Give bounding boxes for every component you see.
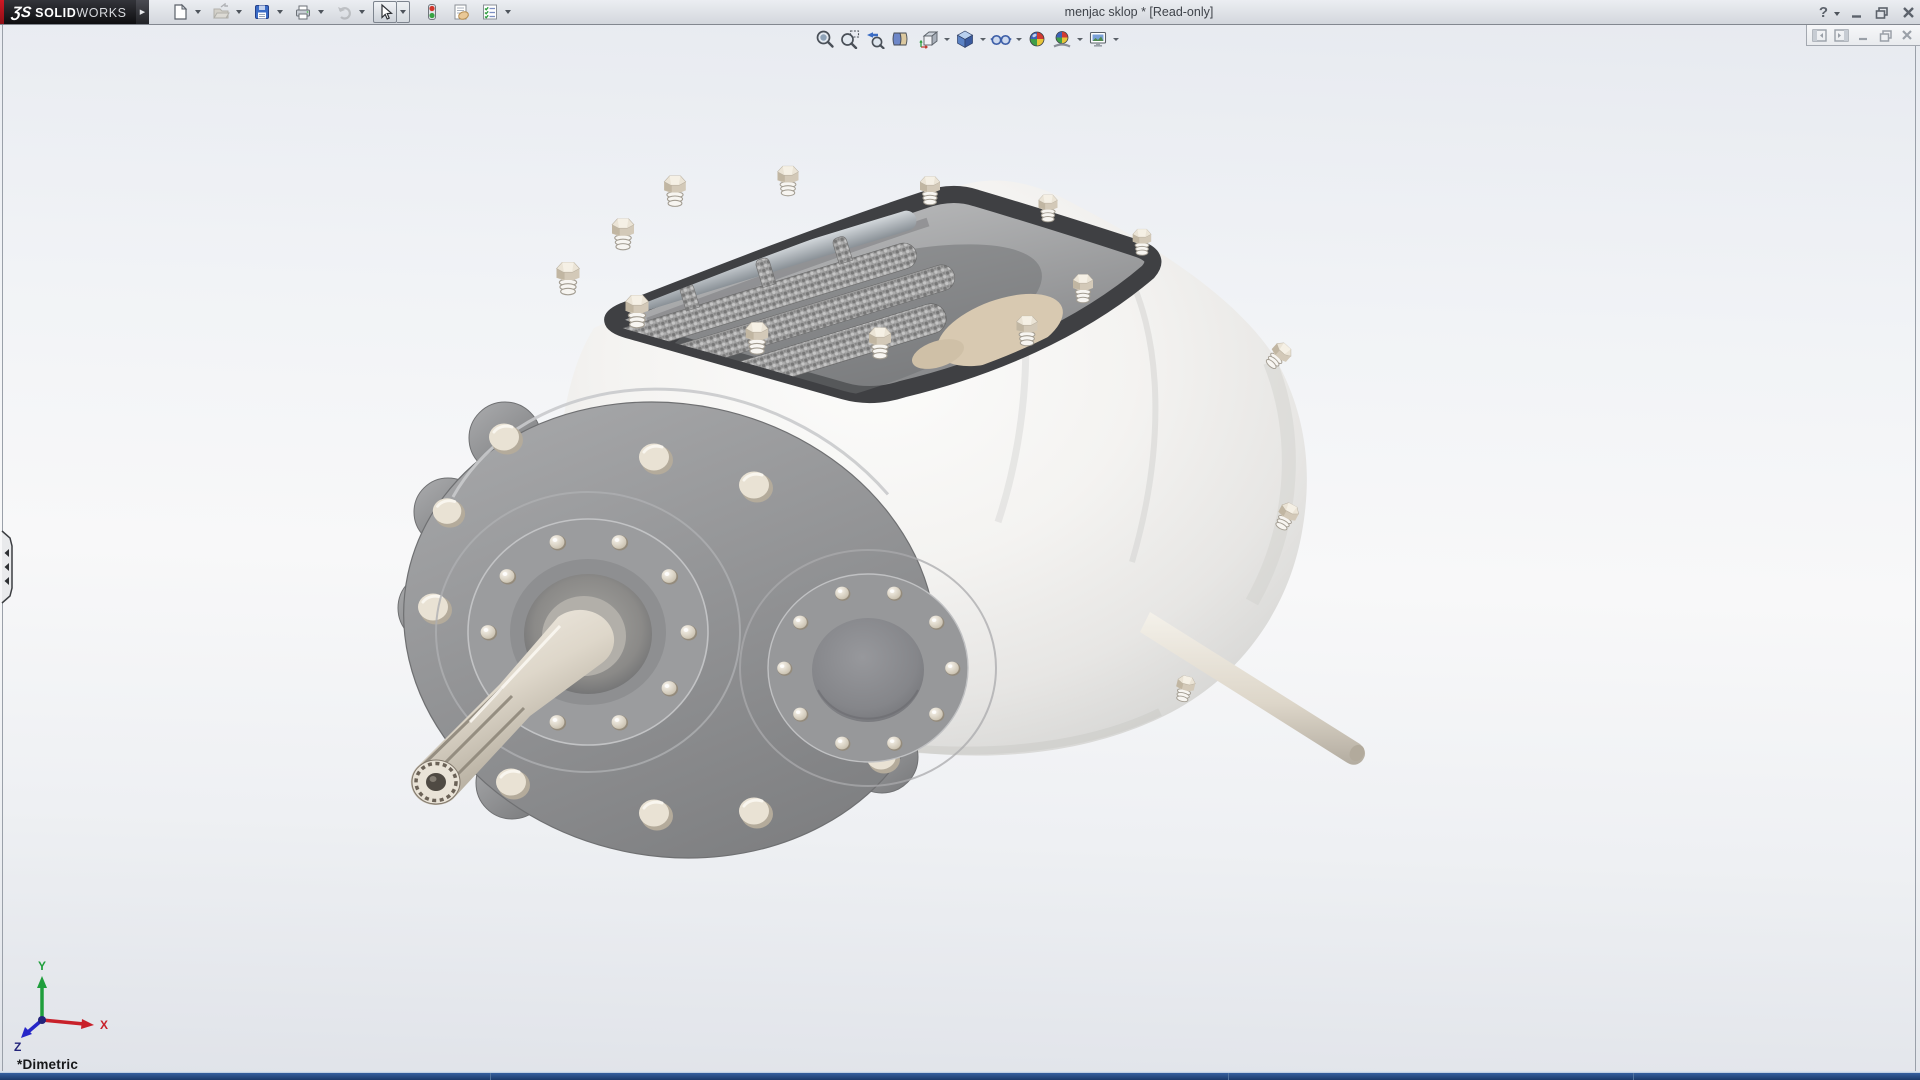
new-document-icon [171, 3, 189, 21]
hide-show-items-button[interactable] [988, 27, 1013, 51]
print-button[interactable] [291, 1, 315, 23]
zoom-to-fit-icon [815, 29, 835, 49]
select-tool-dropdown[interactable] [397, 1, 410, 23]
hide-show-items-dropdown[interactable] [1013, 28, 1024, 50]
document-title: menjac sklop * [Read-only] [1065, 5, 1214, 19]
view-settings-dropdown[interactable] [1110, 28, 1121, 50]
rebuild-button[interactable] [420, 1, 444, 23]
viewport-right-border [1915, 25, 1916, 1072]
dassault-logo-glyph: ƷS [11, 4, 33, 21]
rebuild-traffic-light-icon [423, 3, 441, 21]
view-settings-icon [1088, 29, 1108, 49]
display-style-icon [955, 29, 975, 49]
undo-dropdown[interactable] [356, 2, 368, 22]
new-document-button[interactable] [168, 1, 192, 23]
triad-z-label: Z [14, 1040, 21, 1053]
apply-scene-button[interactable] [1049, 27, 1074, 51]
display-style-button[interactable] [952, 27, 977, 51]
reference-triad: Y X Z [8, 958, 128, 1053]
new-document-dropdown[interactable] [192, 2, 204, 22]
open-dropdown[interactable] [233, 2, 245, 22]
minimize-icon[interactable] [1846, 2, 1866, 22]
edit-appearance-button[interactable] [1024, 27, 1049, 51]
save-floppy-icon [253, 3, 271, 21]
zoom-to-area-icon [840, 29, 860, 49]
zoom-to-fit-button[interactable] [812, 27, 837, 51]
pane-right-icon[interactable] [1833, 28, 1850, 43]
section-view-icon [890, 29, 910, 49]
file-properties-button[interactable] [449, 1, 473, 23]
triad-y-label: Y [38, 959, 46, 973]
select-cursor-icon [376, 3, 394, 21]
menu-expand-arrow[interactable]: ▶ [136, 0, 149, 24]
status-bar-divider [490, 1073, 491, 1080]
help-icon[interactable]: ? [1819, 4, 1828, 21]
view-orientation-dropdown[interactable] [941, 28, 952, 50]
doc-close-icon[interactable] [1899, 28, 1916, 43]
help-dropdown[interactable] [1834, 12, 1840, 16]
section-view-button[interactable] [887, 27, 912, 51]
doc-restore-icon[interactable] [1877, 28, 1894, 43]
apply-scene-dropdown[interactable] [1074, 28, 1085, 50]
pane-left-icon[interactable] [1811, 28, 1828, 43]
restore-icon[interactable] [1872, 2, 1892, 22]
3d-model-gearbox-assembly[interactable] [0, 0, 1920, 1080]
solidworks-logo: ƷS SOLID WORKS [0, 0, 136, 24]
undo-icon [335, 3, 353, 21]
brand-name-light: WORKS [76, 6, 126, 20]
view-orientation-icon [919, 29, 939, 49]
status-bar-divider [1633, 1073, 1634, 1080]
status-bar [0, 1073, 1920, 1080]
save-dropdown[interactable] [274, 2, 286, 22]
print-icon [294, 3, 312, 21]
previous-view-button[interactable] [862, 27, 887, 51]
triad-x-label: X [100, 1018, 108, 1032]
options-icon [481, 3, 499, 21]
logo-red-accent [0, 0, 4, 24]
document-window-controls [1806, 25, 1920, 46]
apply-scene-icon [1052, 29, 1072, 49]
heads-up-view-toolbar [812, 27, 1121, 51]
window-controls: ? [1819, 0, 1918, 24]
select-tool-button[interactable] [373, 1, 397, 23]
file-properties-icon [452, 3, 470, 21]
brand-name-bold: SOLID [35, 6, 76, 20]
print-dropdown[interactable] [315, 2, 327, 22]
open-folder-icon [212, 3, 230, 21]
hide-show-items-icon [990, 29, 1012, 49]
view-settings-button[interactable] [1085, 27, 1110, 51]
save-button[interactable] [250, 1, 274, 23]
options-button[interactable] [478, 1, 502, 23]
view-orientation-button[interactable] [916, 27, 941, 51]
close-icon[interactable] [1898, 2, 1918, 22]
edit-appearance-icon [1027, 29, 1047, 49]
open-button[interactable] [209, 1, 233, 23]
doc-minimize-icon[interactable] [1855, 28, 1872, 43]
zoom-to-area-button[interactable] [837, 27, 862, 51]
main-toolbar [168, 1, 514, 23]
view-orientation-label: *Dimetric [17, 1057, 78, 1072]
status-bar-divider [1228, 1073, 1229, 1080]
previous-view-icon [865, 29, 885, 49]
feature-manager-collapse-handle[interactable] [0, 527, 17, 607]
options-dropdown[interactable] [502, 2, 514, 22]
undo-button[interactable] [332, 1, 356, 23]
display-style-dropdown[interactable] [977, 28, 988, 50]
